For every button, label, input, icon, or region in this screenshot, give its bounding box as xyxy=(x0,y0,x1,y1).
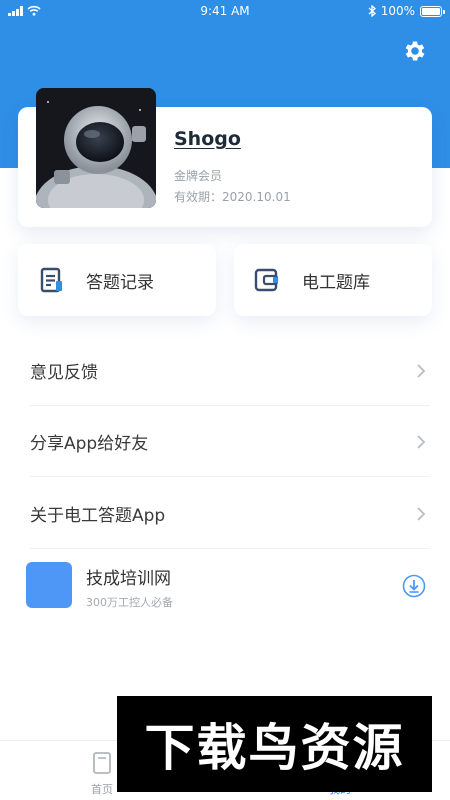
menu-item-label: 关于电工答题App xyxy=(30,506,166,526)
menu-item-feedback[interactable]: 意见反馈 xyxy=(30,336,430,406)
battery-percent: 100% xyxy=(380,4,415,18)
promo-app-title: 技成培训网 xyxy=(86,569,171,589)
status-right: 100% xyxy=(368,4,445,18)
document-icon xyxy=(40,267,62,293)
question-bank-label: 电工题库 xyxy=(302,272,370,293)
home-tab-icon xyxy=(93,752,111,774)
promo-app-description: 300万工控人必备 xyxy=(86,596,173,609)
watermark: 下载鸟资源 xyxy=(117,696,432,792)
answer-records-button[interactable]: 答题记录 xyxy=(18,244,216,316)
status-bar: 9:41 AM 100% xyxy=(0,0,450,24)
promo-app-row[interactable]: 技成培训网 300万工控人必备 xyxy=(26,562,432,610)
bluetooth-icon xyxy=(368,5,376,17)
wallet-icon xyxy=(254,268,279,292)
download-icon[interactable] xyxy=(402,574,426,598)
promo-app-logo xyxy=(26,562,72,608)
astronaut-image xyxy=(36,88,156,208)
menu-item-share[interactable]: 分享App给好友 xyxy=(30,407,430,477)
chevron-right-icon xyxy=(417,435,426,449)
answer-records-label: 答题记录 xyxy=(86,272,154,293)
gear-icon[interactable] xyxy=(402,38,428,64)
menu-item-about[interactable]: 关于电工答题App xyxy=(30,479,430,549)
membership-expiry: 有效期：2020.10.01 xyxy=(174,190,291,204)
menu-item-label: 意见反馈 xyxy=(30,363,98,383)
chevron-right-icon xyxy=(417,507,426,521)
user-name[interactable]: Shogo xyxy=(174,128,241,150)
avatar[interactable] xyxy=(36,88,156,208)
question-bank-button[interactable]: 电工题库 xyxy=(234,244,432,316)
chevron-right-icon xyxy=(417,364,426,378)
menu-item-label: 分享App给好友 xyxy=(30,434,149,454)
membership-level: 金牌会员 xyxy=(174,169,223,183)
battery-icon xyxy=(420,5,445,17)
